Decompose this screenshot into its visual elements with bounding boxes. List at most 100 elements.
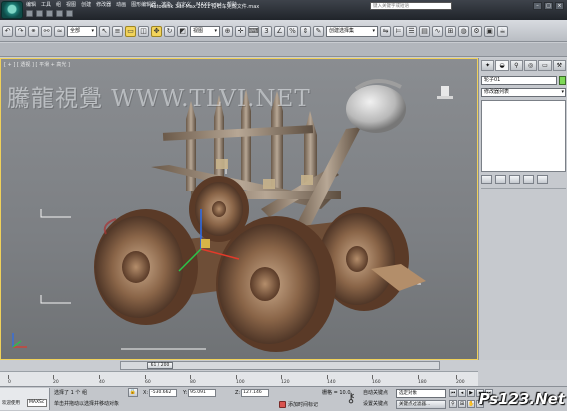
menu-animation[interactable]: 动画: [116, 1, 126, 9]
perspective-viewport[interactable]: [ + ] [ 透视 ] [ 平滑 + 高光 ] 騰龍視覺 WWW.TLVI.N…: [0, 58, 478, 360]
pin-stack-icon[interactable]: [481, 175, 492, 184]
track-tick: 160: [372, 375, 381, 385]
key-filters-button[interactable]: 关键点过滤器...: [396, 400, 446, 409]
selection-lock-icon[interactable]: 🔒: [128, 388, 138, 397]
maxscript-welcome: 欢迎使用: [2, 401, 20, 406]
zoom-all-icon[interactable]: ⊞: [458, 400, 466, 408]
new-file-icon[interactable]: [26, 10, 33, 17]
z-label: Z:: [235, 389, 241, 396]
play-icon[interactable]: ▶: [467, 389, 475, 397]
display-tab-icon[interactable]: ▭: [538, 60, 552, 71]
motion-tab-icon[interactable]: ◎: [523, 60, 538, 71]
maxscript-input[interactable]: MAXSc: [27, 399, 47, 407]
unlink-icon[interactable]: ⚯: [41, 25, 52, 37]
keyboard-shortcut-icon[interactable]: ⌨: [248, 25, 259, 37]
percent-snap-icon[interactable]: %: [287, 25, 298, 37]
window-crossing-icon[interactable]: ◫: [138, 25, 149, 37]
named-selection-dropdown[interactable]: 创建选择集: [326, 25, 378, 37]
material-editor-icon[interactable]: ◍: [458, 25, 469, 37]
y-value-field[interactable]: 95.091: [188, 388, 217, 397]
undo-icon[interactable]: [56, 10, 63, 17]
menu-group[interactable]: 组: [56, 1, 61, 9]
edit-named-selection-icon[interactable]: ✎: [313, 25, 324, 37]
spinner-snap-icon[interactable]: ⇕: [300, 25, 311, 37]
previous-frame-icon[interactable]: ◂: [458, 389, 466, 397]
hierarchy-tab-icon[interactable]: ⚲: [509, 60, 523, 71]
save-file-icon[interactable]: [46, 10, 53, 17]
menu-modifiers[interactable]: 修改器: [96, 1, 111, 9]
time-slider[interactable]: 61 / 200: [120, 361, 440, 370]
track-bar[interactable]: 0 20 40 60 80 100 120 140 160 180 200: [0, 371, 478, 386]
menu-tools[interactable]: 工具: [41, 1, 51, 9]
maxscript-listener[interactable]: 欢迎使用 MAXSc: [0, 388, 50, 410]
zoom-icon[interactable]: ⚲: [449, 400, 457, 408]
ribbon-strip: [0, 43, 567, 57]
add-time-tag[interactable]: 添加时间标记: [279, 400, 318, 409]
redo-icon[interactable]: [66, 10, 73, 17]
render-production-icon[interactable]: ☕: [497, 25, 508, 37]
object-color-swatch[interactable]: [559, 76, 566, 85]
application-button-icon[interactable]: [1, 1, 23, 19]
minimize-icon[interactable]: –: [533, 2, 542, 10]
auto-key-button[interactable]: 自动关键点: [363, 389, 393, 398]
menu-create[interactable]: 创建: [81, 1, 91, 9]
link-icon[interactable]: ⚭: [28, 25, 39, 37]
configure-modifier-sets-icon[interactable]: [537, 175, 548, 184]
remove-modifier-icon[interactable]: [523, 175, 534, 184]
select-by-name-icon[interactable]: ≡: [112, 25, 123, 37]
set-key-button[interactable]: 设置关键点: [363, 400, 393, 409]
pivot-center-icon[interactable]: ⊕: [222, 25, 233, 37]
graphite-ribbon-icon[interactable]: ▤: [419, 25, 430, 37]
bind-space-warp-icon[interactable]: ≈: [54, 25, 65, 37]
modifier-list-dropdown[interactable]: 修改器列表: [481, 88, 566, 97]
reference-coordinate-dropdown[interactable]: 视图: [190, 25, 220, 37]
snaps-toggle-icon[interactable]: 3: [261, 25, 272, 37]
mirror-icon[interactable]: ⇋: [380, 25, 391, 37]
go-to-start-icon[interactable]: ⏮: [449, 389, 457, 397]
show-end-result-icon[interactable]: [495, 175, 506, 184]
x-label: X:: [143, 389, 149, 396]
watermark: 騰龍視覺 WWW.TLVI.NET: [7, 86, 311, 112]
x-coordinate: X: -530.662: [143, 388, 178, 397]
undo-button[interactable]: ↶: [2, 25, 13, 37]
object-name-field[interactable]: 轮子01: [481, 76, 557, 85]
modify-tab-icon[interactable]: ◒: [495, 60, 509, 71]
menu-views[interactable]: 视图: [66, 1, 76, 9]
window-controls: – □ ×: [533, 2, 564, 10]
modifier-stack[interactable]: [481, 100, 566, 172]
schematic-view-icon[interactable]: ⊞: [445, 25, 456, 37]
main-toolbar: ↶ ↷ ⚭ ⚯ ≈ 全部 ↖ ≡ ▭ ◫ ✥ ↻ ◩ 视图 ⊕ ✛ ⌨ 3 ∠ …: [0, 20, 567, 42]
key-selection-set-dropdown[interactable]: 选定对象: [396, 389, 446, 398]
close-icon[interactable]: ×: [555, 2, 564, 10]
select-and-rotate-icon[interactable]: ↻: [164, 25, 175, 37]
selection-filter-dropdown[interactable]: 全部: [67, 25, 97, 37]
select-and-scale-icon[interactable]: ◩: [177, 25, 188, 37]
layer-manager-icon[interactable]: ☰: [406, 25, 417, 37]
set-key-icon[interactable]: ⚷: [342, 390, 360, 408]
rendered-frame-window-icon[interactable]: ▣: [484, 25, 495, 37]
select-object-icon[interactable]: ↖: [99, 25, 110, 37]
time-slider-thumb[interactable]: 61 / 200: [147, 362, 173, 369]
create-tab-icon[interactable]: ✦: [481, 60, 495, 71]
select-manipulate-icon[interactable]: ✛: [235, 25, 246, 37]
curve-editor-icon[interactable]: ∿: [432, 25, 443, 37]
prompt-line: 单击并拖动以选择并移动对象: [54, 401, 120, 407]
open-file-icon[interactable]: [36, 10, 43, 17]
command-panel: ✦ ◒ ⚲ ◎ ▭ ⚒ 轮子01 修改器列表: [478, 58, 567, 360]
rectangular-selection-icon[interactable]: ▭: [125, 25, 136, 37]
maximize-icon[interactable]: □: [544, 2, 553, 10]
z-value-field[interactable]: 127.146: [241, 388, 270, 397]
select-and-move-icon[interactable]: ✥: [151, 25, 162, 37]
angle-snap-icon[interactable]: ∠: [274, 25, 285, 37]
utilities-tab-icon[interactable]: ⚒: [552, 60, 566, 71]
front-wheel-right: [216, 216, 336, 352]
make-unique-icon[interactable]: [509, 175, 520, 184]
viewport-label[interactable]: [ + ] [ 透视 ] [ 平滑 + 高光 ]: [4, 61, 70, 68]
redo-button[interactable]: ↷: [15, 25, 26, 37]
menu-edit[interactable]: 编辑: [26, 1, 36, 9]
x-value-field[interactable]: -530.662: [149, 388, 178, 397]
pan-icon[interactable]: ✋: [467, 400, 475, 408]
render-setup-icon[interactable]: ⚙: [471, 25, 482, 37]
align-icon[interactable]: ⊨: [393, 25, 404, 37]
search-input[interactable]: 键入关键字或短语: [370, 2, 452, 10]
